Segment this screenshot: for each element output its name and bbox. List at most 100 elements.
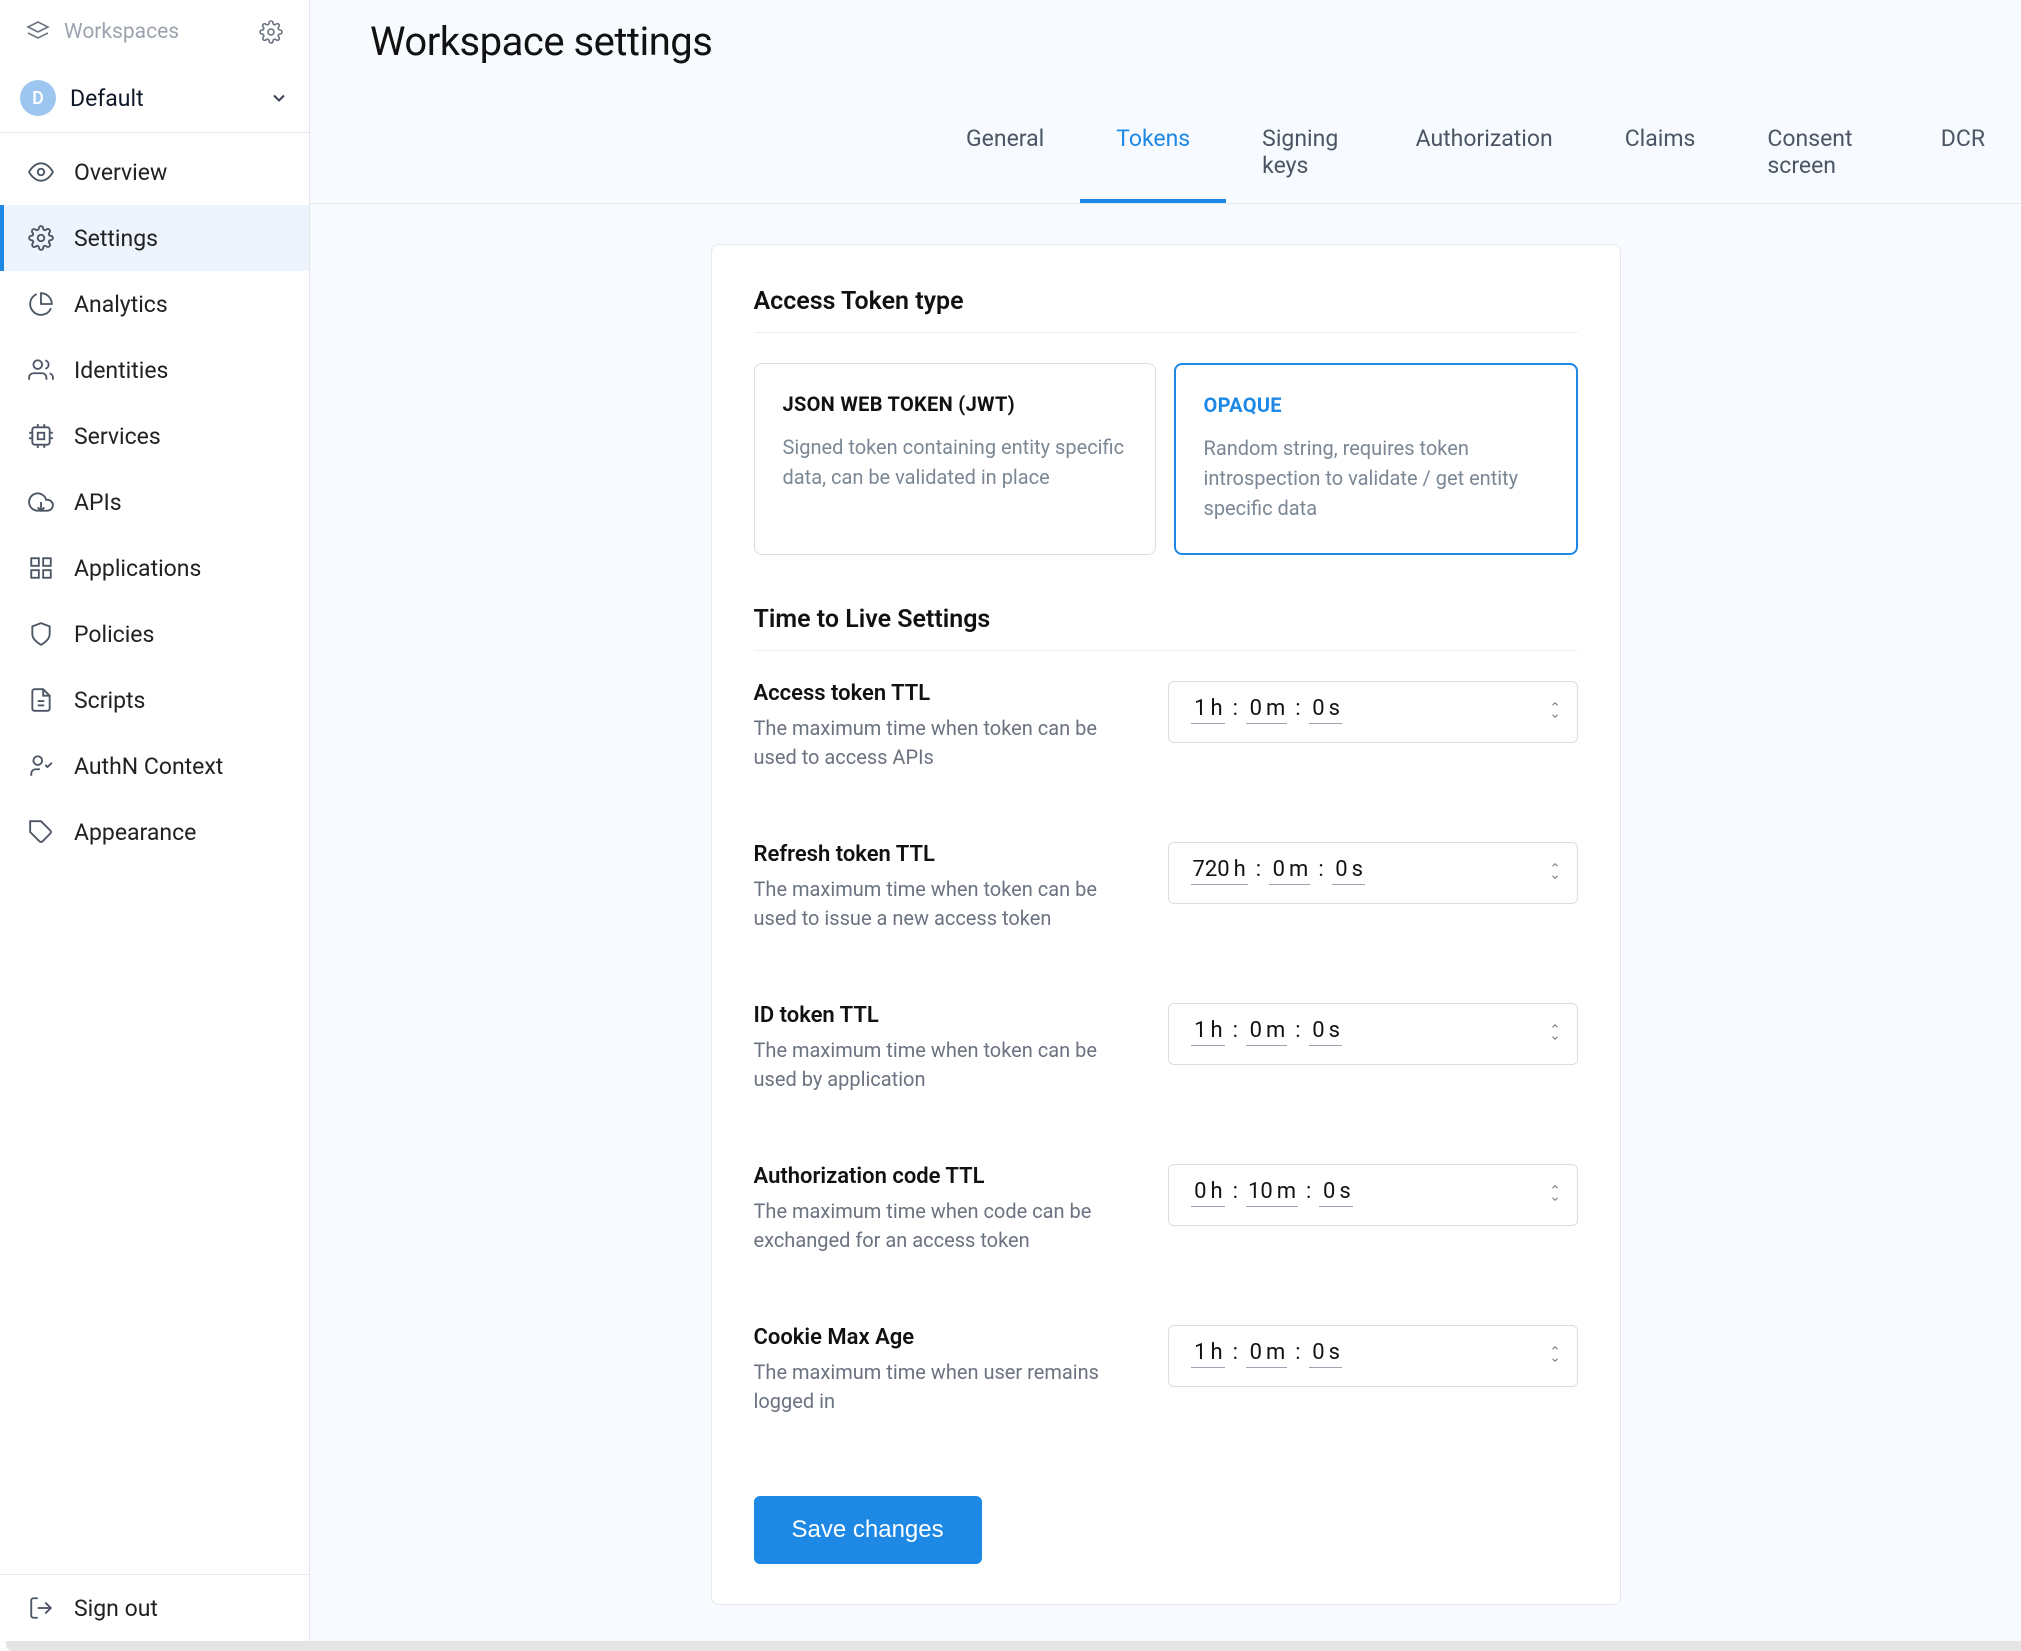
ttl-label: Authorization code TTL	[754, 1164, 1140, 1189]
ttl-input[interactable]: 1 h:0 m:0 s	[1168, 681, 1578, 743]
ttl-label: Access token TTL	[754, 681, 1140, 706]
tab-signing-keys[interactable]: Signing keys	[1226, 105, 1379, 203]
sidebar-item-label: AuthN Context	[74, 753, 223, 780]
sidebar-item-label: Analytics	[74, 291, 168, 318]
tab-consent-screen[interactable]: Consent screen	[1731, 105, 1904, 203]
ttl-desc: The maximum time when token can be used …	[754, 714, 1140, 772]
sign-out-label: Sign out	[74, 1595, 158, 1622]
sidebar-item-authn-context[interactable]: AuthN Context	[0, 733, 309, 799]
sidebar-item-label: Settings	[74, 225, 158, 252]
sidebar-item-appearance[interactable]: Appearance	[0, 799, 309, 865]
settings-card: Access Token type JSON WEB TOKEN (JWT) Si…	[711, 244, 1621, 1605]
tab-dcr[interactable]: DCR	[1905, 105, 2021, 203]
sidebar-item-label: Identities	[74, 357, 168, 384]
page-title: Workspace settings	[370, 18, 2021, 65]
section-ttl: Time to Live Settings	[754, 605, 1578, 651]
sidebar-item-services[interactable]: Services	[0, 403, 309, 469]
gear-icon[interactable]	[257, 18, 285, 46]
ttl-input[interactable]: 720 h:0 m:0 s	[1168, 842, 1578, 904]
gear-icon	[26, 223, 56, 253]
tab-general[interactable]: General	[930, 105, 1080, 203]
save-button[interactable]: Save changes	[754, 1496, 982, 1564]
token-type-title: JSON WEB TOKEN (JWT)	[783, 392, 1127, 416]
sidebar-item-scripts[interactable]: Scripts	[0, 667, 309, 733]
chevron-down-icon	[269, 88, 289, 108]
layers-icon	[24, 18, 52, 46]
token-type-opaque[interactable]: OPAQUE Random string, requires token intr…	[1174, 363, 1578, 555]
ttl-input[interactable]: 0 h:10 m:0 s	[1168, 1164, 1578, 1226]
file-icon	[26, 685, 56, 715]
ttl-desc: The maximum time when code can be exchan…	[754, 1197, 1140, 1255]
stepper[interactable]	[1547, 860, 1563, 882]
token-type-json-web-token-jwt-[interactable]: JSON WEB TOKEN (JWT) Signed token contain…	[754, 363, 1156, 555]
sidebar-item-label: APIs	[74, 489, 122, 516]
signout-icon	[26, 1593, 56, 1623]
sidebar-item-identities[interactable]: Identities	[0, 337, 309, 403]
ttl-desc: The maximum time when token can be used …	[754, 1036, 1140, 1094]
chevron-down-icon	[1547, 1194, 1563, 1204]
sidebar-item-label: Services	[74, 423, 161, 450]
chevron-down-icon	[1547, 1355, 1563, 1365]
chevron-up-icon	[1547, 1021, 1563, 1031]
sidebar-item-applications[interactable]: Applications	[0, 535, 309, 601]
ttl-row-authorization-code-ttl: Authorization code TTL The maximum time w…	[754, 1164, 1578, 1255]
cloud-icon	[26, 487, 56, 517]
chevron-down-icon	[1547, 1033, 1563, 1043]
chip-icon	[26, 421, 56, 451]
tab-tokens[interactable]: Tokens	[1080, 105, 1226, 203]
sidebar-item-analytics[interactable]: Analytics	[0, 271, 309, 337]
chevron-up-icon	[1547, 1343, 1563, 1353]
token-type-title: OPAQUE	[1204, 393, 1548, 417]
chevron-up-icon	[1547, 1182, 1563, 1192]
chevron-up-icon	[1547, 699, 1563, 709]
grid-icon	[26, 553, 56, 583]
sidebar: Workspaces D Default Overview Settings Ana…	[0, 0, 310, 1641]
users-icon	[26, 355, 56, 385]
ttl-desc: The maximum time when token can be used …	[754, 875, 1140, 933]
sidebar-item-label: Overview	[74, 159, 167, 186]
sidebar-item-apis[interactable]: APIs	[0, 469, 309, 535]
tab-claims[interactable]: Claims	[1589, 105, 1732, 203]
authn-icon	[26, 751, 56, 781]
shield-icon	[26, 619, 56, 649]
ttl-label: Cookie Max Age	[754, 1325, 1140, 1350]
ttl-row-refresh-token-ttl: Refresh token TTL The maximum time when t…	[754, 842, 1578, 933]
ttl-input[interactable]: 1 h:0 m:0 s	[1168, 1325, 1578, 1387]
chevron-down-icon	[1547, 872, 1563, 882]
workspaces-label: Workspaces	[64, 20, 179, 44]
sidebar-item-label: Applications	[74, 555, 201, 582]
eye-icon	[26, 157, 56, 187]
sidebar-item-settings[interactable]: Settings	[0, 205, 309, 271]
stepper[interactable]	[1547, 1343, 1563, 1365]
stepper[interactable]	[1547, 699, 1563, 721]
tabs: GeneralTokensSigning keysAuthorizationCl…	[310, 105, 2021, 204]
tab-authorization[interactable]: Authorization	[1380, 105, 1589, 203]
token-type-desc: Signed token containing entity specific …	[783, 432, 1127, 492]
tag-icon	[26, 817, 56, 847]
sidebar-item-label: Policies	[74, 621, 154, 648]
sidebar-item-label: Scripts	[74, 687, 145, 714]
sidebar-item-overview[interactable]: Overview	[0, 139, 309, 205]
stepper[interactable]	[1547, 1021, 1563, 1043]
sign-out-button[interactable]: Sign out	[0, 1575, 309, 1641]
token-type-desc: Random string, requires token introspect…	[1204, 433, 1548, 523]
section-access-token-type: Access Token type	[754, 287, 1578, 333]
nav-list: Overview Settings Analytics Identities Servi…	[0, 133, 309, 1574]
workspaces-header: Workspaces	[0, 0, 309, 64]
sidebar-item-policies[interactable]: Policies	[0, 601, 309, 667]
ttl-label: Refresh token TTL	[754, 842, 1140, 867]
ttl-row-cookie-max-age: Cookie Max Age The maximum time when user…	[754, 1325, 1578, 1416]
ttl-row-id-token-ttl: ID token TTL The maximum time when token …	[754, 1003, 1578, 1094]
ttl-input[interactable]: 1 h:0 m:0 s	[1168, 1003, 1578, 1065]
stepper[interactable]	[1547, 1182, 1563, 1204]
sidebar-item-label: Appearance	[74, 819, 196, 846]
workspace-selector[interactable]: D Default	[0, 64, 309, 133]
main-content: Workspace settings GeneralTokensSigning …	[310, 0, 2021, 1641]
pie-icon	[26, 289, 56, 319]
ttl-desc: The maximum time when user remains logge…	[754, 1358, 1140, 1416]
workspace-name: Default	[70, 85, 144, 112]
ttl-row-access-token-ttl: Access token TTL The maximum time when to…	[754, 681, 1578, 772]
workspace-avatar: D	[20, 80, 56, 116]
ttl-label: ID token TTL	[754, 1003, 1140, 1028]
chevron-down-icon	[1547, 711, 1563, 721]
